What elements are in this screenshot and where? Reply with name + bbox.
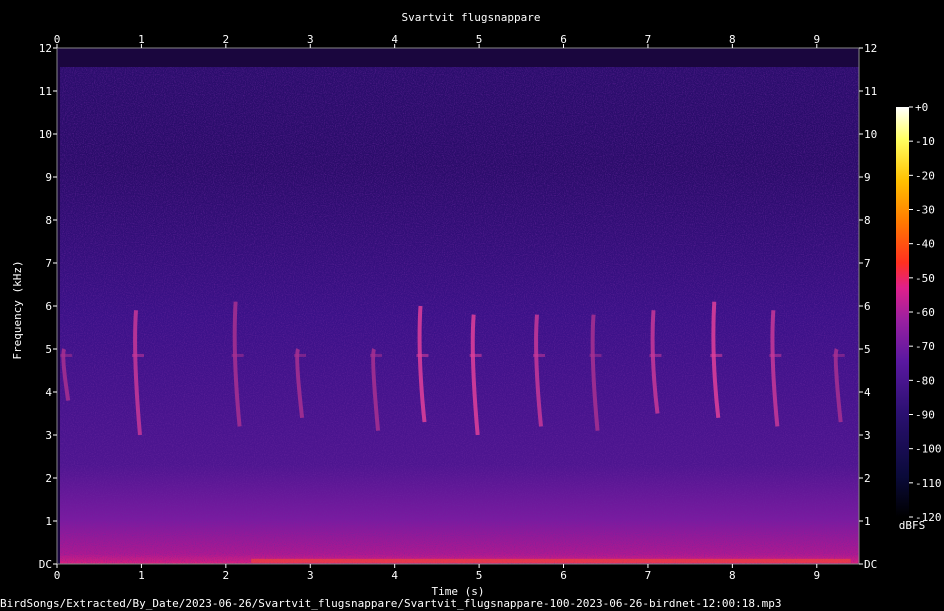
y-tick-label-right: 6	[864, 300, 871, 313]
colorbar-tick-label: -90	[915, 409, 935, 422]
x-tick-label: 1	[138, 569, 145, 582]
colorbar-tick-label: -30	[915, 204, 935, 217]
y-tick-label: 9	[45, 171, 52, 184]
x-tick-label: 6	[560, 569, 567, 582]
y-tick-label-right: 3	[864, 429, 871, 442]
y-axis-label: Frequency (kHz)	[11, 260, 24, 359]
y-tick-label-right: 10	[864, 128, 877, 141]
colorbar-tick-label: -60	[915, 306, 935, 319]
x-tick-label: 7	[645, 569, 652, 582]
x-tick-label: 3	[307, 569, 314, 582]
colorbar-tick-label: -20	[915, 169, 935, 182]
colorbar-label: dBFS	[899, 519, 926, 532]
y-tick-label: 8	[45, 214, 52, 227]
colorbar-tick-label: -110	[915, 477, 942, 490]
x-tick-label: 8	[729, 569, 736, 582]
x-tick-label-top: 2	[223, 33, 230, 46]
y-tick-label: 10	[39, 128, 52, 141]
x-tick-label-top: 5	[476, 33, 483, 46]
y-tick-label: 12	[39, 42, 52, 55]
y-tick-label-right: 4	[864, 386, 871, 399]
y-tick-label: 11	[39, 85, 52, 98]
plot-area	[56, 47, 860, 565]
x-tick-label: 5	[476, 569, 483, 582]
footer-filename: BirdSongs/Extracted/By_Date/2023-06-26/S…	[0, 597, 781, 610]
colorbar-tick-label: -80	[915, 374, 935, 387]
x-tick-label: 4	[391, 569, 398, 582]
colorbar-ticks: +0-10-20-30-40-50-60-70-80-90-100-110-12…	[909, 101, 942, 524]
y-tick-label-right: 2	[864, 472, 871, 485]
x-tick-label-top: 4	[391, 33, 398, 46]
x-axis-top: 0 1 2 3 4 5 6 7 8 9	[54, 33, 820, 48]
chart-title: Svartvit flugsnappare	[401, 11, 540, 24]
x-tick-label-top: 3	[307, 33, 314, 46]
y-tick-label: 6	[45, 300, 52, 313]
colorbar-tick-label: -100	[915, 443, 942, 456]
y-axis-left: DC123456789101112	[39, 42, 57, 571]
y-tick-label: 7	[45, 257, 52, 270]
x-tick-label: 0	[54, 569, 61, 582]
y-tick-label-right: 11	[864, 85, 877, 98]
y-tick-label: 2	[45, 472, 52, 485]
x-tick-label-top: 8	[729, 33, 736, 46]
y-axis-right: DC123456789101112	[859, 42, 877, 571]
y-tick-label-right: 8	[864, 214, 871, 227]
x-tick-label-top: 6	[560, 33, 567, 46]
colorbar: +0-10-20-30-40-50-60-70-80-90-100-110-12…	[896, 101, 942, 532]
y-tick-label-right: 7	[864, 257, 871, 270]
y-tick-label: 5	[45, 343, 52, 356]
y-tick-label: 4	[45, 386, 52, 399]
x-tick-label: 2	[223, 569, 230, 582]
x-tick-label-top: 0	[54, 33, 61, 46]
low-frequency-noise-band	[251, 558, 851, 563]
x-axis-bottom: 0 1 2 3 4 5 6 7 8 9	[54, 564, 820, 582]
spectrogram-noise	[60, 67, 859, 564]
y-tick-label: 1	[45, 515, 52, 528]
colorbar-tick-label: -50	[915, 272, 935, 285]
x-tick-label: 9	[813, 569, 820, 582]
colorbar-tick-label: -40	[915, 238, 935, 251]
y-tick-label-right: 12	[864, 42, 877, 55]
colorbar-tick-label: +0	[915, 101, 928, 114]
spectrogram-chart: Svartvit flugsnappare 0123456789 0123456…	[0, 11, 942, 610]
x-tick-label-top: 1	[138, 33, 145, 46]
colorbar-tick-label: -10	[915, 135, 935, 148]
colorbar-gradient	[896, 107, 909, 517]
x-tick-label-top: 7	[645, 33, 652, 46]
x-tick-label-top: 9	[813, 33, 820, 46]
y-tick-label: 3	[45, 429, 52, 442]
y-tick-label-right: 9	[864, 171, 871, 184]
y-tick-label-right: 1	[864, 515, 871, 528]
y-tick-label: DC	[39, 558, 52, 571]
y-tick-label-right: DC	[864, 558, 877, 571]
colorbar-tick-label: -70	[915, 340, 935, 353]
y-tick-label-right: 5	[864, 343, 871, 356]
